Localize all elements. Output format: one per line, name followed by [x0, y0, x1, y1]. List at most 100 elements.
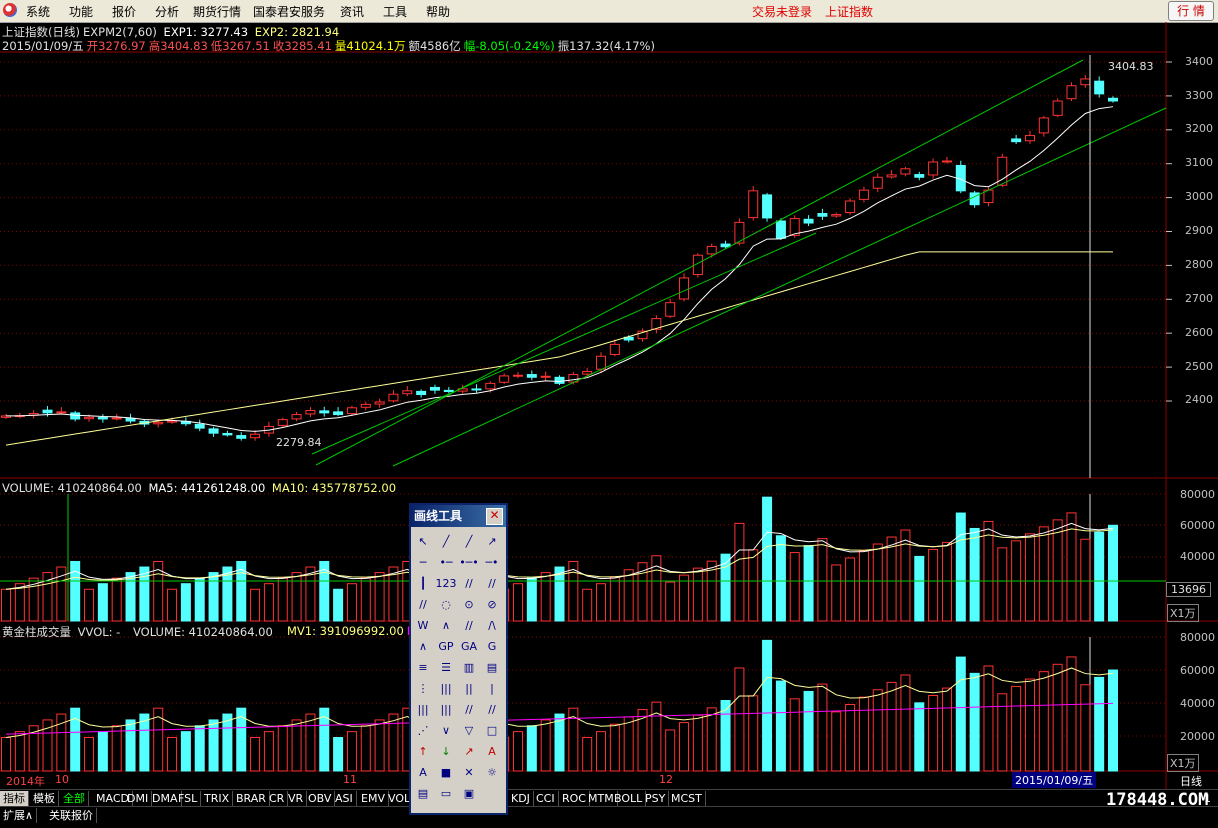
drawing-tool-icon[interactable]: ☼	[487, 766, 497, 779]
candle-body	[775, 220, 786, 239]
tab-expand[interactable]: 扩展∧	[0, 808, 38, 823]
price-tick: 2600	[1185, 326, 1213, 339]
date-year-label: 2014年	[6, 775, 45, 788]
drawing-tool-icon[interactable]: |||	[417, 703, 428, 716]
drawing-tool-icon[interactable]: ∧	[442, 619, 450, 632]
gold-volume-bar	[803, 690, 814, 772]
drawing-tool-icon[interactable]: ⋰	[418, 724, 429, 737]
drawing-tool-icon[interactable]: A	[419, 766, 427, 779]
drawing-tool-icon[interactable]: ∨	[442, 724, 450, 737]
candle-body	[208, 428, 219, 434]
drawing-tools-grid[interactable]: ↖ ╱ ╱ ↗─ •─ •─• ─•┃ 123//////◌ ⊙ ⊘W ∧ ∕∕ ∕\∧ GP GA G≡ ☰ ▥…	[411, 527, 506, 813]
drawing-tools-window[interactable]: 画线工具 ✕ ↖ ╱ ╱ ↗ ─ •─ •─• ─• ┃ 123//////◌ ⊙ ⊘ W ∧ ∕∕ ∕\ ∧ G…	[409, 503, 508, 815]
drawing-tool-icon[interactable]: G	[488, 640, 497, 653]
gold-volume-bar	[526, 725, 537, 772]
drawing-tool-icon[interactable]: ⋮	[418, 682, 429, 695]
candle-body	[706, 245, 717, 255]
drawing-tool-icon[interactable]: •─•	[459, 556, 479, 569]
drawing-tool-icon[interactable]: •─	[439, 556, 452, 569]
drawing-tool-icon[interactable]: A	[488, 745, 496, 758]
drawing-tool-icon[interactable]: ◌	[441, 598, 451, 611]
drawing-tool-icon[interactable]: □	[487, 724, 497, 737]
candle-body	[845, 200, 856, 214]
open-value: 开3276.97	[86, 39, 146, 53]
drawing-tool-icon[interactable]: ∕∕	[465, 619, 473, 632]
drawing-tool-icon[interactable]: ↑	[418, 745, 427, 758]
period-label[interactable]: 日线	[1180, 773, 1202, 789]
tab-psy[interactable]: PSY	[642, 791, 670, 806]
drawing-tool-icon[interactable]: //	[465, 577, 473, 590]
drawing-tool-icon[interactable]: GP	[438, 640, 454, 653]
gold-volume-bar	[222, 713, 233, 772]
drawing-tool-icon[interactable]: ╱	[465, 534, 474, 548]
drawing-tools-title[interactable]: 画线工具 ✕	[411, 505, 506, 527]
drawing-tool-icon[interactable]: //	[419, 598, 427, 611]
tab-fsl[interactable]: FSL	[175, 791, 202, 806]
drawing-tool-icon[interactable]: ✕	[464, 766, 473, 779]
drawing-tool-icon[interactable]: ↗	[464, 745, 473, 758]
tab-boll[interactable]: BOLL	[611, 791, 647, 806]
low-value: 低3267.51	[210, 39, 270, 53]
tab-brar[interactable]: BRAR	[233, 791, 270, 806]
tab-all[interactable]: 全部	[60, 791, 89, 806]
drawing-tool-icon[interactable]: ||	[465, 682, 472, 695]
drawing-tool-icon[interactable]: 123	[436, 577, 457, 590]
drawing-tool-icon[interactable]: ■	[441, 766, 451, 779]
tab-vr[interactable]: VR	[285, 791, 308, 806]
drawing-tool-icon[interactable]: |||	[440, 703, 451, 716]
volume-bar	[97, 583, 108, 622]
drawing-tool-icon[interactable]: ⊘	[487, 598, 496, 611]
drawing-tool-icon[interactable]: |||	[440, 682, 451, 695]
drawing-tool-icon[interactable]: GA	[461, 640, 478, 653]
drawing-tool-icon[interactable]: ≡	[418, 661, 427, 674]
gold-volume-bar	[623, 716, 634, 772]
gold-volume-bar	[831, 711, 842, 772]
tab-obv[interactable]: OBV	[305, 791, 336, 806]
gold-volume-bar	[346, 731, 357, 772]
drawing-tool-icon[interactable]: W	[418, 619, 429, 632]
tab-template[interactable]: 模板	[30, 791, 59, 806]
gold-mv1: MV1: 391096992.00M	[287, 624, 420, 638]
drawing-tool-icon[interactable]: ▤	[487, 661, 497, 674]
close-icon[interactable]: ✕	[486, 508, 503, 525]
candle-body	[914, 174, 925, 178]
drawing-tool-icon[interactable]: ↖	[418, 535, 427, 548]
candle-body	[153, 421, 164, 425]
tab-asi[interactable]: ASI	[332, 791, 357, 806]
tab-kdj[interactable]: KDJ	[508, 791, 534, 806]
drawing-tool-icon[interactable]: ⊙	[464, 598, 473, 611]
drawing-tool-icon[interactable]: ─	[419, 556, 427, 569]
current-date-marker: 2015/01/09/五	[1012, 772, 1097, 788]
drawing-tool-icon[interactable]: //	[488, 577, 496, 590]
drawing-tool-icon[interactable]: |	[490, 682, 494, 695]
volume-ma10: MA10: 435778752.00	[271, 481, 397, 495]
tab-trix[interactable]: TRIX	[201, 791, 234, 806]
kline-chart[interactable]	[0, 0, 1218, 789]
drawing-tool-icon[interactable]: //	[488, 703, 496, 716]
tab-dmi[interactable]: DMI	[124, 791, 153, 806]
drawing-tool-icon[interactable]: ↓	[441, 745, 450, 758]
drawing-tool-icon[interactable]: ╱	[442, 534, 451, 548]
drawing-tool-icon[interactable]: ∧	[419, 640, 427, 653]
drawing-tool-icon[interactable]: ▽	[465, 724, 474, 737]
drawing-tool-icon[interactable]: ┃	[420, 576, 427, 590]
tab-cci[interactable]: CCI	[533, 791, 559, 806]
gold-volume-bar	[70, 707, 81, 772]
drawing-tool-icon[interactable]: ↗	[487, 535, 496, 548]
drawing-tool-icon[interactable]: ▤	[418, 787, 428, 800]
drawing-tool-icon[interactable]: ─•	[484, 556, 498, 569]
drawing-tool-icon[interactable]: ▭	[441, 787, 451, 800]
drawing-tool-icon[interactable]: ▣	[464, 787, 474, 800]
candle-body	[720, 243, 731, 248]
gold-volume-bar	[194, 725, 205, 772]
drawing-tool-icon[interactable]: //	[465, 703, 473, 716]
gold-tick: 40000	[1180, 697, 1215, 710]
tab-mcst[interactable]: MCST	[668, 791, 706, 806]
tab-related-quote[interactable]: 关联报价	[46, 808, 97, 823]
candle-body	[1011, 138, 1022, 143]
tab-indicator[interactable]: 指标	[0, 791, 29, 806]
drawing-tool-icon[interactable]: ▥	[464, 661, 474, 674]
exp2-line	[5, 251, 1113, 446]
drawing-tool-icon[interactable]: ☰	[441, 661, 451, 674]
drawing-tool-icon[interactable]: ∕\	[488, 619, 496, 632]
